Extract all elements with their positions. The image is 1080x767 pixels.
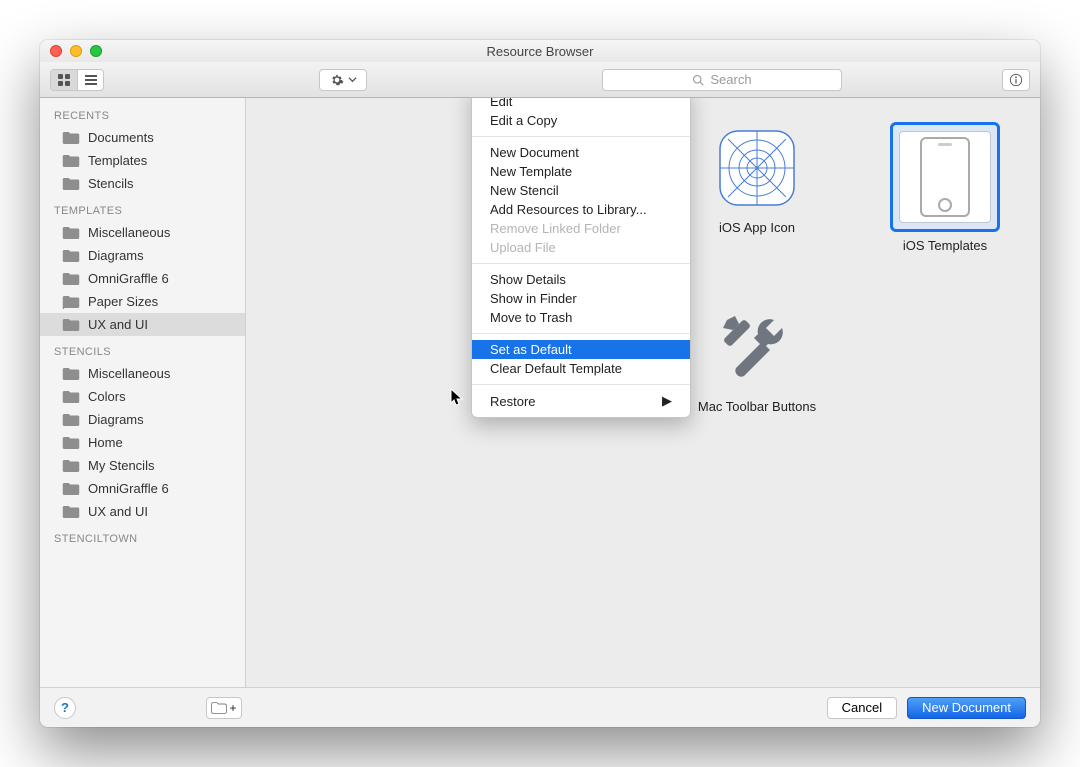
new-document-button[interactable]: New Document — [907, 697, 1026, 719]
menu-new-stencil[interactable]: New Stencil — [472, 181, 690, 200]
sidebar-section-recents: RECENTS — [40, 104, 245, 126]
footer: ? + Cancel New Document — [40, 687, 1040, 727]
folder-icon — [62, 226, 80, 240]
grid-icon — [57, 73, 71, 87]
menu-move-to-trash[interactable]: Move to Trash — [472, 308, 690, 327]
grid-view-button[interactable] — [51, 70, 77, 90]
sidebar-item-home[interactable]: Home — [40, 431, 245, 454]
submenu-arrow-icon: ▶ — [662, 393, 672, 409]
menu-new-document[interactable]: New Document — [472, 143, 690, 162]
info-icon — [1009, 73, 1023, 87]
actions-menu-button[interactable] — [319, 69, 367, 91]
sidebar-item-paper-sizes[interactable]: Paper Sizes — [40, 290, 245, 313]
help-button[interactable]: ? — [54, 697, 76, 719]
toolbar: Search — [40, 62, 1040, 98]
list-view-button[interactable] — [77, 70, 103, 90]
phone-icon — [920, 137, 970, 217]
folder-icon — [62, 482, 80, 496]
window-controls — [50, 45, 102, 57]
tools-icon — [716, 306, 798, 388]
actions-menu: Edit Edit a Copy New Document New Templa… — [471, 98, 691, 418]
plus-icon: + — [229, 701, 236, 715]
folder-icon — [62, 272, 80, 286]
sidebar-item-ux-and-ui-2[interactable]: UX and UI — [40, 500, 245, 523]
folder-icon — [62, 318, 80, 332]
folder-icon — [62, 131, 80, 145]
menu-separator — [472, 263, 690, 264]
template-ios-templates[interactable]: iOS Templates — [860, 122, 1030, 271]
search-field[interactable]: Search — [602, 69, 842, 91]
sidebar-item-miscellaneous[interactable]: Miscellaneous — [40, 221, 245, 244]
sidebar-item-omnigraffle6[interactable]: OmniGraffle 6 — [40, 267, 245, 290]
menu-show-details[interactable]: Show Details — [472, 270, 690, 289]
menu-separator — [472, 384, 690, 385]
sidebar-section-stenciltown: STENCILTOWN — [40, 527, 245, 549]
folder-icon — [62, 390, 80, 404]
menu-set-as-default[interactable]: Set as Default — [472, 340, 690, 359]
chevron-down-icon — [348, 75, 357, 84]
folder-icon — [62, 459, 80, 473]
linked-folder-icon — [211, 702, 227, 714]
menu-edit-a-copy[interactable]: Edit a Copy — [472, 111, 690, 130]
content-area: Edit Edit a Copy New Document New Templa… — [246, 98, 1040, 687]
body: RECENTS Documents Templates Stencils TEM… — [40, 98, 1040, 687]
minimize-window-button[interactable] — [70, 45, 82, 57]
folder-icon — [62, 436, 80, 450]
menu-add-resources[interactable]: Add Resources to Library... — [472, 200, 690, 219]
search-icon — [692, 74, 704, 86]
sidebar-item-stencils[interactable]: Stencils — [40, 172, 245, 195]
folder-icon — [62, 367, 80, 381]
window-title: Resource Browser — [50, 44, 1030, 59]
menu-clear-default-template[interactable]: Clear Default Template — [472, 359, 690, 378]
sidebar-item-my-stencils[interactable]: My Stencils — [40, 454, 245, 477]
menu-show-in-finder[interactable]: Show in Finder — [472, 289, 690, 308]
titlebar: Resource Browser — [40, 40, 1040, 62]
sidebar: RECENTS Documents Templates Stencils TEM… — [40, 98, 246, 687]
folder-icon — [62, 249, 80, 263]
sidebar-section-templates: TEMPLATES — [40, 199, 245, 221]
ios-app-icon-preview — [716, 127, 798, 209]
sidebar-item-miscellaneous2[interactable]: Miscellaneous — [40, 362, 245, 385]
search-placeholder: Search — [710, 72, 751, 87]
sidebar-item-colors[interactable]: Colors — [40, 385, 245, 408]
sidebar-item-templates[interactable]: Templates — [40, 149, 245, 172]
sidebar-item-ux-and-ui[interactable]: UX and UI — [40, 313, 245, 336]
menu-separator — [472, 136, 690, 137]
mouse-cursor — [450, 388, 464, 409]
template-ios-app-icon[interactable]: iOS App Icon — [672, 122, 842, 271]
menu-separator — [472, 333, 690, 334]
view-mode-toggle — [50, 69, 104, 91]
list-icon — [84, 73, 98, 87]
cancel-button[interactable]: Cancel — [827, 697, 897, 719]
sidebar-item-omnigraffle6-2[interactable]: OmniGraffle 6 — [40, 477, 245, 500]
menu-upload-file: Upload File — [472, 238, 690, 257]
resource-browser-window: Resource Browser Search RECENTS — [40, 40, 1040, 727]
folder-icon — [62, 413, 80, 427]
zoom-window-button[interactable] — [90, 45, 102, 57]
info-button[interactable] — [1002, 69, 1030, 91]
gear-icon — [330, 73, 344, 87]
folder-icon — [62, 295, 80, 309]
menu-new-template[interactable]: New Template — [472, 162, 690, 181]
folder-icon — [62, 154, 80, 168]
folder-icon — [62, 505, 80, 519]
add-linked-folder-button[interactable]: + — [206, 697, 242, 719]
sidebar-item-diagrams2[interactable]: Diagrams — [40, 408, 245, 431]
close-window-button[interactable] — [50, 45, 62, 57]
template-mac-toolbar-buttons[interactable]: Mac Toolbar Buttons — [672, 301, 842, 414]
sidebar-section-stencils: STENCILS — [40, 340, 245, 362]
folder-icon — [62, 177, 80, 191]
menu-edit[interactable]: Edit — [472, 98, 690, 111]
menu-restore[interactable]: Restore ▶ — [472, 391, 690, 411]
menu-remove-linked-folder: Remove Linked Folder — [472, 219, 690, 238]
sidebar-item-diagrams[interactable]: Diagrams — [40, 244, 245, 267]
sidebar-item-documents[interactable]: Documents — [40, 126, 245, 149]
